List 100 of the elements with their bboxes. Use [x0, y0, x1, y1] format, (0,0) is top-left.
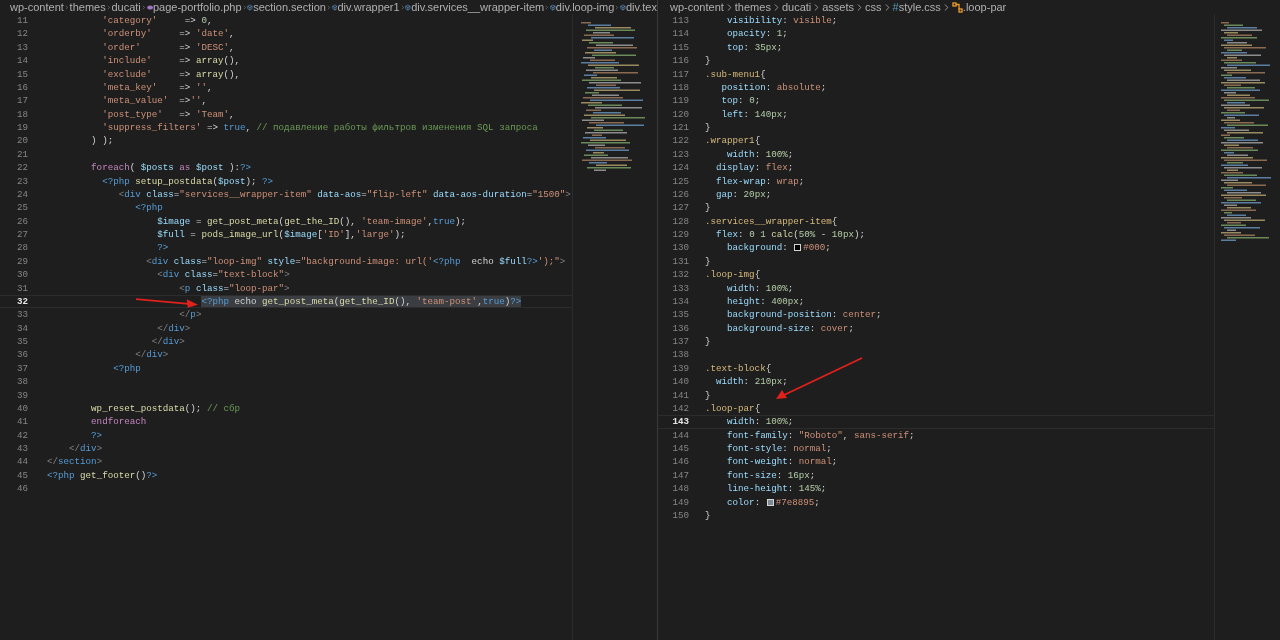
line-number: 34	[15, 321, 29, 335]
cube-icon	[620, 1, 626, 13]
code-line: visibility: visible;	[726, 14, 838, 28]
cube-icon	[247, 1, 254, 13]
line-number: 115	[671, 40, 690, 55]
line-number: 117	[671, 67, 690, 81]
code-line: <div class="loop-img" style="background-image: url('<?php echo $full?>');">	[145, 254, 566, 269]
annotation-arrow	[136, 297, 198, 307]
line-number: 44	[15, 455, 29, 469]
line-number: 118	[671, 80, 690, 95]
line-number: 127	[671, 201, 690, 215]
code-line: 'include' => array(),	[101, 54, 240, 68]
line-number: 129	[671, 228, 690, 242]
breadcrumb-item[interactable]: div.wrapper1	[337, 1, 400, 13]
line-number: 31	[15, 281, 29, 295]
code-line: foreach( $posts as $post ):?>	[90, 161, 252, 175]
code-line: .wrapper1{	[705, 134, 761, 148]
line-number: 135	[671, 308, 690, 322]
code-line: flex: 0 1 calc(50% - 10px);	[715, 228, 865, 242]
breadcrumb-item[interactable]: .loop-par	[962, 1, 1007, 13]
line-number: 21	[15, 147, 29, 162]
line-number: 22	[15, 161, 29, 175]
line-number: 134	[671, 294, 690, 309]
line-number: 40	[15, 401, 29, 416]
line-number: 146	[671, 455, 690, 469]
line-number: 27	[15, 228, 29, 242]
line-number: 45	[15, 468, 29, 483]
code-text: color:	[726, 496, 762, 508]
line-number: 33	[15, 308, 29, 322]
code-line: <?php get_footer()?>	[47, 468, 158, 483]
code-line: 'exclude' => array(),	[101, 67, 240, 81]
line-number: 114	[671, 27, 690, 41]
breadcrumb-item[interactable]: div.tex	[625, 1, 657, 13]
code-line: 'suppress_filters' => true, // подавление работы фильтров изменения SQL запроса	[101, 121, 538, 135]
code-line: background-position: center;	[726, 308, 882, 322]
code-line: </div>	[68, 442, 103, 456]
line-number: 25	[15, 201, 29, 215]
code-line: ?>	[90, 428, 103, 442]
code-line: font-weight: normal;	[726, 455, 838, 469]
code-line: top: 0;	[720, 94, 761, 108]
line-number: 143	[671, 415, 690, 429]
breadcrumb-item[interactable]: div.loop-img	[555, 1, 615, 13]
line-number: 119	[671, 94, 690, 108]
breadcrumb-item[interactable]: wp-content	[670, 1, 724, 13]
line-number: 17	[15, 94, 29, 108]
line-number: 26	[15, 214, 29, 228]
breadcrumb-item[interactable]: wp-content	[10, 1, 64, 13]
code-line: .loop-img{	[705, 268, 761, 282]
code-line: width: 210px;	[715, 375, 788, 389]
line-number: 128	[671, 214, 690, 228]
code-line: left: 140px;	[720, 107, 788, 121]
line-number: 116	[671, 54, 690, 68]
code-line: }	[705, 201, 711, 215]
code-line: opacity: 1;	[726, 27, 788, 41]
line-number: 46	[15, 482, 29, 496]
code-line: <?php echo get_post_meta(get_the_ID(), 'team-post',true)?>	[200, 294, 522, 309]
line-number: 14	[15, 54, 29, 68]
code-line: .text-block{	[705, 361, 772, 376]
code-line: $full = pods_image_url($image['ID'],'large');	[156, 228, 406, 242]
line-number: 132	[671, 268, 690, 282]
line-number: 147	[671, 468, 690, 483]
line-number: 113	[671, 14, 690, 28]
breadcrumb-item[interactable]: assets	[822, 1, 855, 13]
code-line: width: 100%;	[726, 281, 794, 295]
code-line: }	[705, 54, 711, 68]
breadcrumb-item[interactable]: section.section	[253, 1, 326, 13]
breadcrumb-item[interactable]: ducati	[781, 1, 812, 13]
line-number: 15	[15, 67, 29, 81]
line-number: 122	[671, 134, 690, 148]
line-number: 144	[671, 428, 690, 442]
line-number: 121	[671, 121, 690, 135]
code-line: </div>	[134, 348, 169, 362]
code-line: }	[705, 388, 711, 402]
line-number: 19	[15, 121, 29, 135]
code-text: #000;	[803, 242, 831, 254]
code-line: font-style: normal;	[726, 442, 832, 456]
code-line: endforeach	[90, 415, 147, 429]
line-number: 42	[15, 428, 29, 442]
code-line: 'meta_key' => '',	[101, 80, 213, 95]
code-line: <?php setup_postdata($post); ?>	[101, 174, 274, 188]
line-number: 136	[671, 321, 690, 335]
breadcrumb-item[interactable]: ducati	[111, 1, 141, 13]
breadcrumb-item[interactable]: div.services__wrapper-item	[411, 1, 545, 13]
line-number: 139	[671, 361, 690, 376]
code-line: gap: 20px;	[715, 187, 772, 202]
code-line: </div>	[156, 321, 191, 335]
code-text: background:	[726, 242, 789, 254]
cube-icon	[331, 1, 338, 13]
line-number: 137	[671, 335, 690, 349]
breadcrumb-item[interactable]: style.css	[898, 1, 941, 13]
line-number: 148	[671, 482, 690, 496]
breadcrumb-item[interactable]: css	[865, 1, 882, 13]
breadcrumb-item[interactable]: themes	[734, 1, 771, 13]
code-line: .services__wrapper-item{	[705, 214, 838, 228]
line-number: 30	[15, 268, 29, 282]
line-number: 126	[671, 187, 690, 202]
breadcrumb-item[interactable]: page-portfolio.php	[152, 1, 242, 13]
code-line: <?php	[112, 361, 141, 376]
breadcrumb-item[interactable]: themes	[69, 1, 106, 13]
line-number: 43	[15, 442, 29, 456]
